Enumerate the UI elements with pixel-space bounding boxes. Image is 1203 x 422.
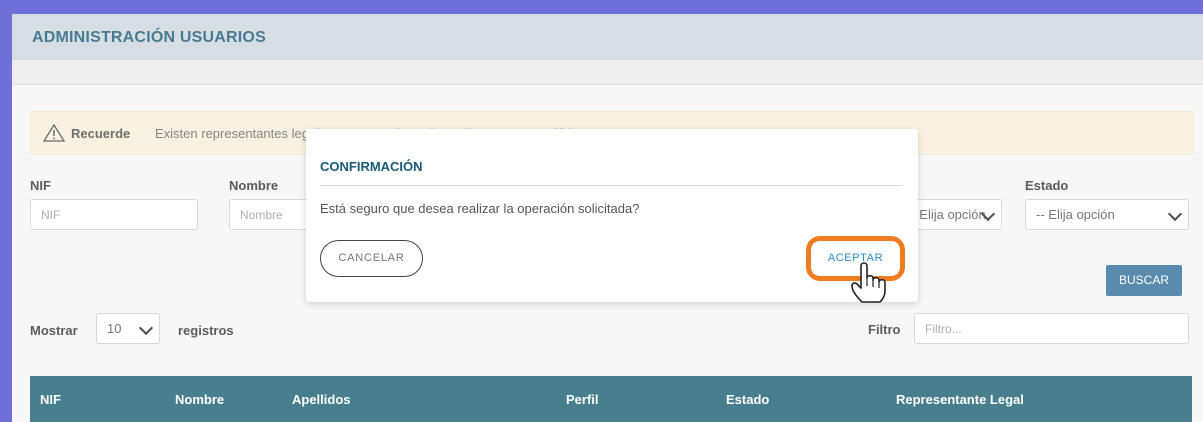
dialog-message: Está seguro que desea realizar la operac… (320, 201, 640, 216)
dialog-divider (320, 185, 902, 186)
dialog-title: CONFIRMACIÓN (320, 159, 423, 174)
confirmation-dialog: CONFIRMACIÓN Está seguro que desea reali… (306, 129, 918, 302)
hand-pointer-icon (851, 262, 886, 303)
cancel-button[interactable]: CANCELAR (320, 240, 423, 277)
